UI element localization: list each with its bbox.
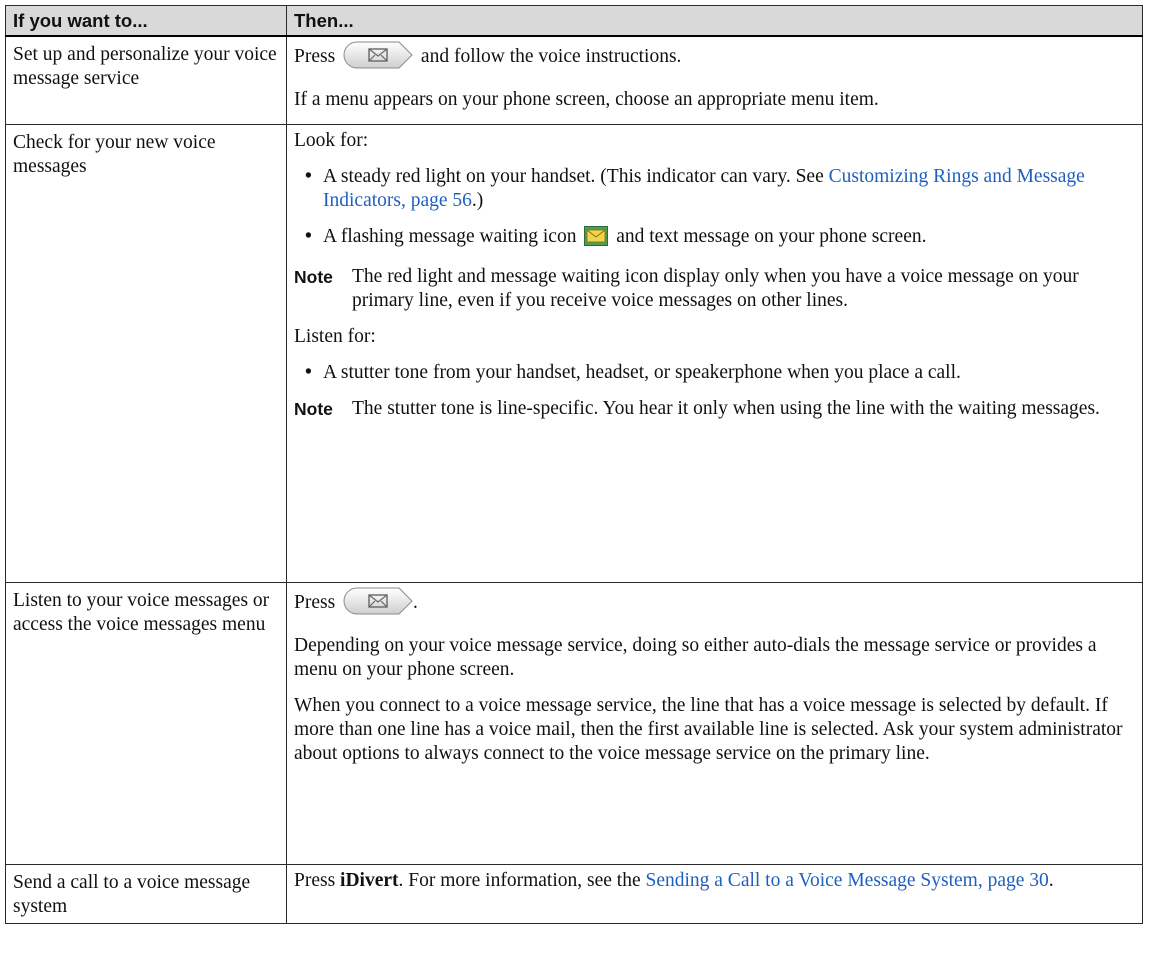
task-cell: Send a call to a voice message system bbox=[5, 863, 287, 924]
table-row: Listen to your voice messages or access … bbox=[5, 581, 1143, 865]
note-label: Note bbox=[294, 398, 333, 419]
header-row: If you want to... Then... bbox=[5, 5, 1143, 37]
task-cell: Check for your new voice messages bbox=[5, 123, 287, 583]
instruction-cell: Look for: • A steady red light on your h… bbox=[286, 123, 1143, 583]
text-span: A steady red light on your handset. (Thi… bbox=[323, 165, 824, 187]
message-waiting-envelope-icon bbox=[584, 225, 609, 253]
note-text: The stutter tone is line-specific. You h… bbox=[352, 397, 1100, 419]
header-col-then: Then... bbox=[286, 5, 1143, 37]
instruction-cell: Press iDivert. For more information, see… bbox=[286, 863, 1143, 924]
note-text: The red light and message waiting icon d… bbox=[352, 265, 1079, 311]
table-row: Send a call to a voice message system Pr… bbox=[5, 863, 1143, 924]
envelope-messages-button-icon bbox=[343, 587, 413, 622]
text-span: and follow the voice instructions. bbox=[420, 46, 682, 67]
table-row: Check for your new voice messages Look f… bbox=[5, 123, 1143, 583]
text-span: Press bbox=[294, 591, 336, 613]
text-span: A flashing message waiting icon bbox=[323, 225, 577, 247]
instruction-paragraph: Depending on your voice message service,… bbox=[294, 634, 1097, 680]
bullet-dot: • bbox=[305, 225, 312, 247]
instruction-paragraph: If a menu appears on your phone screen, … bbox=[294, 89, 879, 110]
envelope-messages-button-icon bbox=[343, 41, 413, 76]
bullet-item: • A steady red light on your handset. (T… bbox=[294, 165, 1135, 213]
task-cell: Listen to your voice messages or access … bbox=[5, 581, 287, 865]
note-label: Note bbox=[294, 266, 333, 287]
instruction-paragraph: Press . bbox=[294, 587, 1135, 622]
task-cell: Set up and personalize your voice messag… bbox=[5, 35, 287, 125]
text-span: . bbox=[413, 591, 418, 613]
instruction-cell: Press . Depending on your voice message … bbox=[286, 581, 1143, 865]
header-col-task: If you want to... bbox=[5, 5, 287, 37]
instruction-cell: Press and follow the voice instructions.… bbox=[286, 35, 1143, 125]
text-span: . For more information, see the bbox=[398, 869, 641, 891]
bullet-dot: • bbox=[305, 165, 312, 187]
listen-for-label: Listen for: bbox=[294, 325, 376, 347]
voice-messages-table: If you want to... Then... Set up and per… bbox=[5, 5, 1143, 924]
text-span: .) bbox=[471, 189, 484, 211]
text-span: . bbox=[1048, 869, 1054, 891]
bullet-dot: • bbox=[305, 361, 312, 383]
look-for-label: Look for: bbox=[294, 129, 369, 151]
bullet-item: • A flashing message waiting icon and te… bbox=[294, 225, 1135, 253]
bullet-item: • A stutter tone from your handset, head… bbox=[294, 361, 1135, 385]
instruction-paragraph: Press and follow the voice instructions. bbox=[294, 41, 1135, 76]
note-block: Note The red light and message waiting i… bbox=[294, 265, 1135, 313]
instruction-paragraph: When you connect to a voice message serv… bbox=[294, 694, 1123, 764]
text-span: and text message on your phone screen. bbox=[616, 225, 927, 247]
note-block: Note The stutter tone is line-specific. … bbox=[294, 397, 1135, 421]
text-span: Press bbox=[294, 869, 336, 891]
table-row: Set up and personalize your voice messag… bbox=[5, 35, 1143, 125]
text-span: A stutter tone from your handset, headse… bbox=[323, 361, 961, 383]
text-span: Press bbox=[294, 46, 336, 67]
sending-call-link[interactable]: Sending a Call to a Voice Message System… bbox=[645, 870, 1048, 891]
instruction-paragraph: Press iDivert. For more information, see… bbox=[294, 869, 1135, 893]
idivert-softkey-label: iDivert bbox=[340, 869, 399, 891]
